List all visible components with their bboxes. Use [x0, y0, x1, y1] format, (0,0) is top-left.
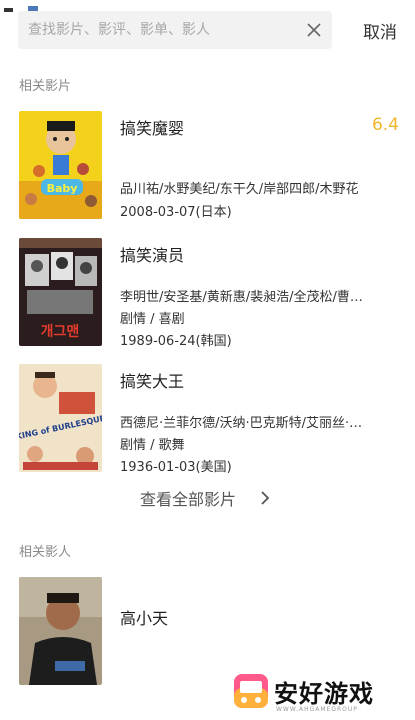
svg-text:Baby: Baby: [47, 182, 78, 195]
movie-poster: Baby: [19, 111, 102, 219]
related-movies-title: 相关影片: [19, 79, 72, 94]
movie-rating: 6.4: [371, 115, 399, 135]
movie-title: 搞笑演员: [120, 246, 185, 265]
svg-text:개그맨: 개그맨: [41, 324, 80, 340]
movie-item[interactable]: Baby 搞笑魔婴 6.4 品川祐/水野美纪/东干久/岸部四郎/木野花 2008…: [19, 111, 399, 220]
movie-poster: 개그맨: [19, 238, 102, 346]
watermark-text: 安好游戏: [274, 680, 374, 708]
movie-cast: 品川祐/水野美纪/东干久/岸部四郎/木野花: [120, 182, 359, 197]
clear-icon[interactable]: [304, 20, 324, 40]
see-all-movies-link[interactable]: 查看全部影片: [140, 486, 236, 510]
person-name: 高小天: [120, 609, 169, 628]
movie-poster: KING of BURLESQUE: [19, 364, 102, 472]
search-bar: [18, 11, 332, 49]
movie-date: 1936-01-03(美国): [120, 460, 232, 475]
related-people-title: 相关影人: [19, 545, 72, 560]
movie-date: 1989-06-24(韩国): [120, 334, 232, 349]
chevron-right-icon[interactable]: [258, 490, 272, 506]
movie-cast: 西德尼·兰菲尔德/沃纳·巴克斯特/艾丽丝·…: [120, 416, 363, 431]
movie-genre: 剧情 / 歌舞: [120, 438, 185, 453]
movie-genre: 剧情 / 喜剧: [120, 312, 185, 327]
watermark-logo: 安好游戏 WWW.AHGAMEGROUP: [232, 668, 407, 718]
movie-cast: 李明世/安圣基/黄新惠/裴昶浩/全茂松/曹…: [120, 290, 363, 305]
cancel-button[interactable]: 取消: [363, 18, 397, 43]
search-input[interactable]: [28, 11, 298, 49]
gamepad-icon: [234, 674, 268, 708]
movie-item[interactable]: 개그맨 搞笑演员 李明世/安圣基/黄新惠/裴昶浩/全茂松/曹… 剧情 / 喜剧 …: [19, 238, 399, 349]
movie-title: 搞笑大王: [120, 372, 185, 391]
movie-item[interactable]: KING of BURLESQUE 搞笑大王 西德尼·兰菲尔德/沃纳·巴克斯特/…: [19, 364, 399, 475]
movie-title: 搞笑魔婴: [120, 119, 185, 138]
movie-date: 2008-03-07(日本): [120, 205, 232, 220]
watermark-subtext: WWW.AHGAMEGROUP: [276, 706, 358, 713]
avatar: [19, 577, 102, 685]
